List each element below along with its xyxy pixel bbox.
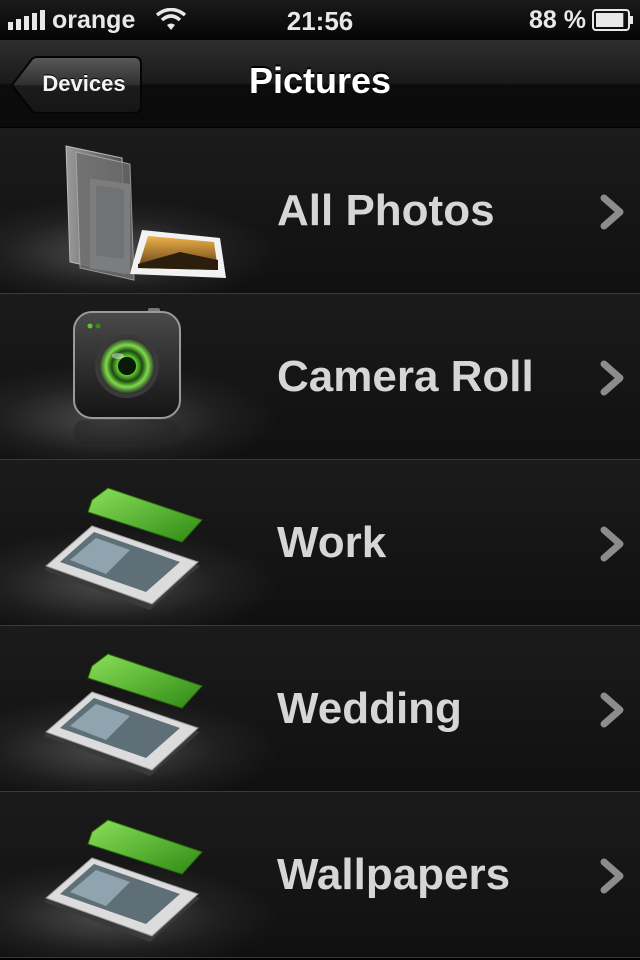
list-item-label: Work xyxy=(277,518,387,567)
list-item-all-photos[interactable]: All Photos xyxy=(0,128,640,294)
list-item-wallpapers[interactable]: Wallpapers xyxy=(0,792,640,958)
chevron-right-icon xyxy=(600,692,624,728)
camera-icon xyxy=(73,308,181,444)
list-item-label: All Photos xyxy=(277,186,495,235)
chevron-right-icon xyxy=(600,858,624,894)
battery-icon xyxy=(592,9,633,31)
list-item-label: Wallpapers xyxy=(277,850,511,899)
album-icon xyxy=(44,487,203,610)
album-icon xyxy=(44,653,203,776)
album-list: All Photos Camera Roll Work Wedding Wall… xyxy=(0,128,640,958)
folder-photos-icon xyxy=(65,145,226,281)
navigation-bar: Devices Pictures xyxy=(0,40,640,128)
list-item-work[interactable]: Work xyxy=(0,460,640,626)
chevron-right-icon xyxy=(600,526,624,562)
list-item-label: Camera Roll xyxy=(277,352,534,401)
list-item-label: Wedding xyxy=(277,684,462,733)
chevron-right-icon xyxy=(600,194,624,230)
list-item-camera-roll[interactable]: Camera Roll xyxy=(0,294,640,460)
chevron-right-icon xyxy=(600,360,624,396)
status-bar: orange 21:56 88 % xyxy=(0,0,640,40)
album-icon xyxy=(44,819,203,942)
battery-percentage: 88 % xyxy=(529,6,586,34)
page-title: Pictures xyxy=(248,60,392,101)
list-item-wedding[interactable]: Wedding xyxy=(0,626,640,792)
